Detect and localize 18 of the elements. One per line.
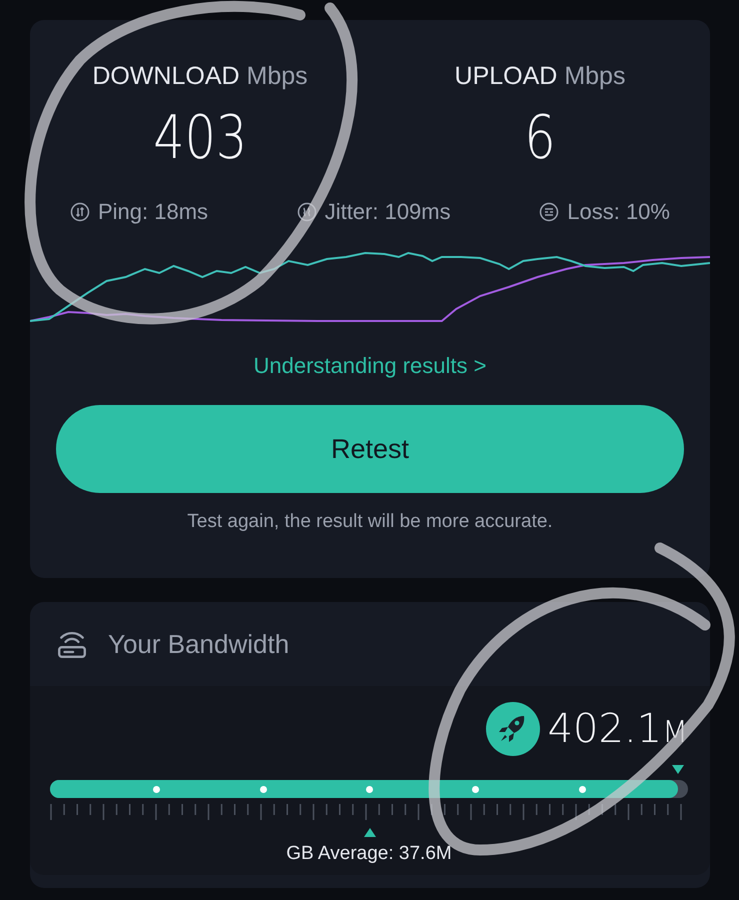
average-text: GB Average: 37.6M (285, 843, 453, 865)
rocket-icon (486, 702, 540, 756)
router-icon (56, 629, 88, 659)
stat-text: Loss: 10% (567, 199, 670, 225)
download-value: 403 (153, 103, 247, 173)
lines-icon (539, 202, 560, 222)
stat-text: Ping: 18ms (98, 199, 208, 225)
arrows-icon (70, 202, 90, 222)
hint-text: Test again, the result will be more accurate. (187, 511, 553, 533)
average-marker-icon (364, 828, 376, 837)
upload-label: UPLOAD Mbps (454, 62, 626, 91)
understanding-results-link[interactable]: Understanding results > (254, 353, 486, 379)
current-marker-icon (672, 765, 684, 774)
retest-button[interactable]: Retest (56, 405, 684, 493)
stat-text: Jitter: 109ms (324, 199, 451, 225)
download-label: DOWNLOAD Mbps (92, 62, 308, 91)
bandwidth-title: Your Bandwidth (108, 628, 290, 660)
upload-value: 6 (524, 103, 556, 173)
